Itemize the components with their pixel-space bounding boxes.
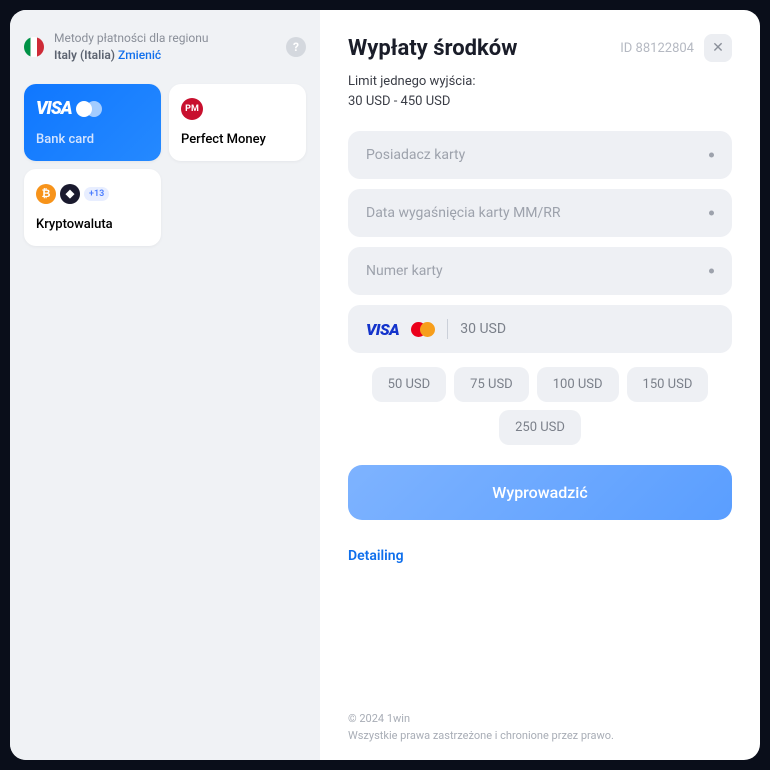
limit-info: Limit jednego wyjścia: 30 USD - 450 USD [348,72,732,111]
payment-method-perfectmoney[interactable]: PM Perfect Money [169,84,306,161]
bankcard-icons: VISA [36,98,149,120]
help-icon[interactable]: ? [286,37,306,57]
cardnumber-wrapper [348,247,732,295]
required-dot-icon [709,211,714,216]
required-dot-icon [709,153,714,158]
withdrawal-modal: Metody płatności dla regionu Italy (Ital… [10,10,760,760]
bankcard-label: Bank card [36,132,149,147]
footer: © 2024 1win Wszystkie prawa zastrzeżone … [348,711,732,744]
amount-chip-150[interactable]: 150 USD [627,367,709,402]
payment-methods-grid: VISA Bank card PM Perfect Money ₿ ◆ +13 [24,84,306,246]
region-label: Metody płatności dla regionu [54,31,208,45]
change-region-link[interactable]: Zmienić [118,48,161,62]
cardholder-input[interactable] [348,131,732,179]
header-right: ID 88122804 ✕ [620,34,732,62]
detailing-link[interactable]: Detailing [348,548,732,564]
payment-method-bankcard[interactable]: VISA Bank card [24,84,161,161]
amount-chips: 50 USD 75 USD 100 USD 150 USD 250 USD [348,367,732,445]
mastercard-icon [76,101,102,117]
required-dot-icon [709,269,714,274]
amount-chip-75[interactable]: 75 USD [454,367,529,402]
visa-icon: VISA [36,98,72,119]
cardnumber-input[interactable] [348,247,732,295]
mastercard-icon [411,322,435,337]
withdraw-button[interactable]: Wyprowadzić [348,465,732,520]
expiry-input[interactable] [348,189,732,237]
region-text: Metody płatności dla regionu Italy (Ital… [54,30,276,64]
amount-chip-50[interactable]: 50 USD [372,367,447,402]
page-title: Wypłaty środków [348,36,517,61]
expiry-wrapper [348,189,732,237]
region-header: Metody płatności dla regionu Italy (Ital… [24,30,306,64]
amount-display[interactable]: VISA 30 USD [348,305,732,353]
perfectmoney-icons: PM [181,98,294,120]
payment-method-crypto[interactable]: ₿ ◆ +13 Kryptowaluta [24,169,161,246]
amount-chip-100[interactable]: 100 USD [537,367,619,402]
crypto-label: Kryptowaluta [36,217,149,232]
footer-rights: Wszystkie prawa zastrzeżone i chronione … [348,729,614,742]
region-name: Italy (Italia) [54,48,115,62]
perfectmoney-label: Perfect Money [181,132,294,147]
divider [447,319,448,339]
current-amount: 30 USD [460,321,506,337]
footer-copyright: © 2024 1win [348,712,410,725]
italy-flag-icon [24,37,44,57]
bitcoin-icon: ₿ [36,184,56,204]
main-panel: Wypłaty środków ID 88122804 ✕ Limit jedn… [320,10,760,760]
crypto-icons: ₿ ◆ +13 [36,183,149,205]
sidebar: Metody płatności dla regionu Italy (Ital… [10,10,320,760]
visa-icon: VISA [366,320,399,339]
crypto-count-badge: +13 [84,187,109,201]
cardholder-wrapper [348,131,732,179]
perfectmoney-icon: PM [181,98,203,120]
amount-chip-250[interactable]: 250 USD [499,410,581,445]
limit-label: Limit jednego wyjścia: [348,74,475,89]
limit-value: 30 USD - 450 USD [348,94,450,109]
close-button[interactable]: ✕ [704,34,732,62]
ethereum-icon: ◆ [60,184,80,204]
main-header: Wypłaty środków ID 88122804 ✕ [348,34,732,62]
transaction-id: ID 88122804 [620,41,694,56]
